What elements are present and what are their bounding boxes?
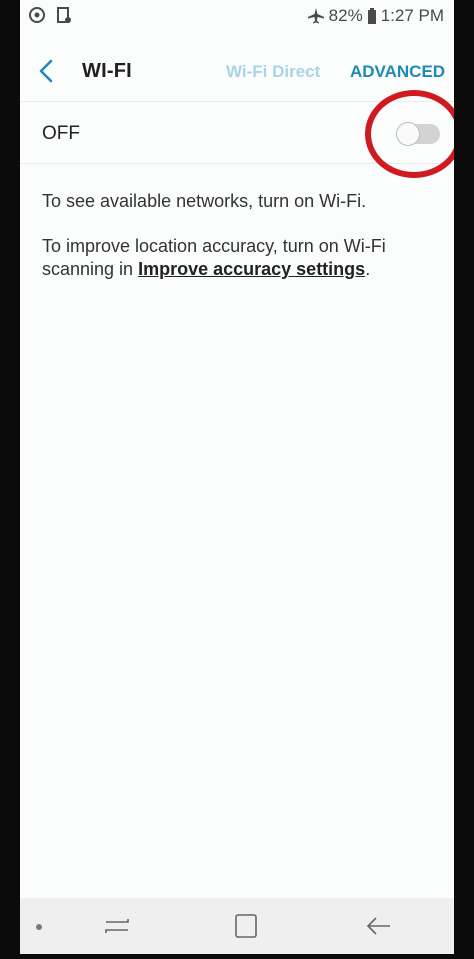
clock: 1:27 PM — [380, 6, 444, 25]
status-right: 82% 1:27 PM — [307, 6, 444, 26]
back-icon[interactable] — [364, 914, 394, 938]
sync-icon — [29, 7, 45, 23]
screenshot-icon — [57, 7, 71, 23]
networks-hint-text: To see available networks, turn on Wi-Fi… — [42, 191, 367, 211]
advanced-button[interactable]: ADVANCED — [350, 62, 445, 82]
battery-percent: 82% — [328, 6, 363, 25]
wifi-direct-button[interactable]: Wi-Fi Direct — [226, 62, 320, 82]
accuracy-hint-suffix: . — [365, 259, 371, 279]
wifi-toggle-label: OFF — [42, 123, 80, 144]
nav-indicator-dot — [36, 924, 42, 930]
wifi-toggle-row[interactable]: OFF — [20, 102, 454, 164]
airplane-mode-icon — [307, 8, 324, 24]
home-icon[interactable] — [234, 913, 258, 939]
wifi-toggle[interactable] — [396, 122, 440, 146]
back-arrow-icon[interactable] — [34, 56, 60, 86]
phone-screen: 82% 1:27 PM WI-FI Wi-Fi Direct ADVANCED … — [20, 0, 454, 954]
navigation-bar — [20, 898, 454, 954]
status-bar: 82% 1:27 PM — [20, 0, 454, 40]
accuracy-hint-text: To improve location accuracy, turn on Wi… — [42, 235, 442, 281]
page-title: WI-FI — [82, 60, 132, 82]
recents-icon[interactable] — [102, 914, 132, 938]
toggle-thumb — [396, 122, 420, 146]
improve-accuracy-link[interactable]: Improve accuracy settings — [138, 259, 365, 279]
status-left — [28, 6, 72, 24]
battery-icon — [367, 8, 376, 24]
app-bar: WI-FI Wi-Fi Direct ADVANCED — [20, 40, 454, 102]
